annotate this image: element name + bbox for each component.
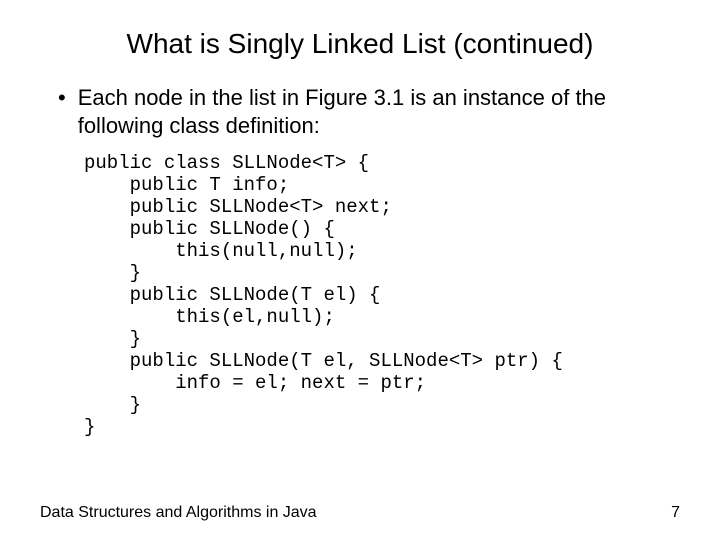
slide-title: What is Singly Linked List (continued) (40, 28, 680, 60)
slide-footer: Data Structures and Algorithms in Java 7 (40, 504, 680, 522)
bullet-item: • Each node in the list in Figure 3.1 is… (62, 84, 680, 140)
bullet-marker-icon: • (58, 84, 66, 112)
slide-container: What is Singly Linked List (continued) •… (0, 0, 720, 540)
code-block: public class SLLNode<T> { public T info;… (84, 152, 680, 438)
bullet-list: • Each node in the list in Figure 3.1 is… (40, 84, 680, 140)
page-number: 7 (671, 504, 680, 522)
footer-source: Data Structures and Algorithms in Java (40, 504, 317, 522)
bullet-text: Each node in the list in Figure 3.1 is a… (78, 84, 680, 140)
